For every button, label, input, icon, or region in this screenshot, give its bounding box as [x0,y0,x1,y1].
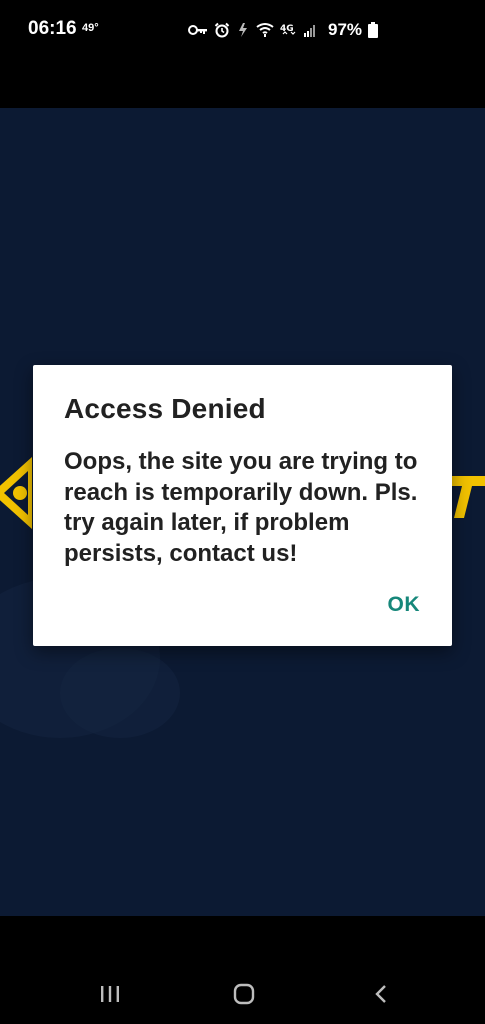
phone-screen: 06:16 49° 4G 97% Access Denied Oops, the… [0,0,485,1024]
access-denied-dialog: Access Denied Oops, the site you are try… [33,365,452,646]
vpn-key-icon [188,23,208,37]
wifi-icon [256,22,274,38]
recent-apps-icon[interactable] [95,982,125,1006]
battery-percent: 97% [328,20,363,39]
back-icon[interactable] [366,982,396,1006]
data-saver-icon [236,22,250,38]
battery-icon [368,22,379,38]
4g-icon: 4G [280,22,298,38]
status-time: 06:16 [28,18,77,39]
home-icon[interactable] [229,982,259,1006]
background-shape [60,648,180,738]
app-header-strip [0,62,485,108]
status-icons: 4G 97% [188,18,379,42]
alarm-icon [214,22,230,38]
dialog-title: Access Denied [64,393,266,424]
dialog-message: Oops, the site you are trying to reach i… [64,448,418,567]
navigation-bar [0,916,485,1024]
signal-icon [304,23,318,37]
status-temperature: 49° [82,22,99,34]
status-bar: 06:16 49° 4G 97% [0,0,485,62]
ok-button[interactable]: OK [384,591,425,619]
